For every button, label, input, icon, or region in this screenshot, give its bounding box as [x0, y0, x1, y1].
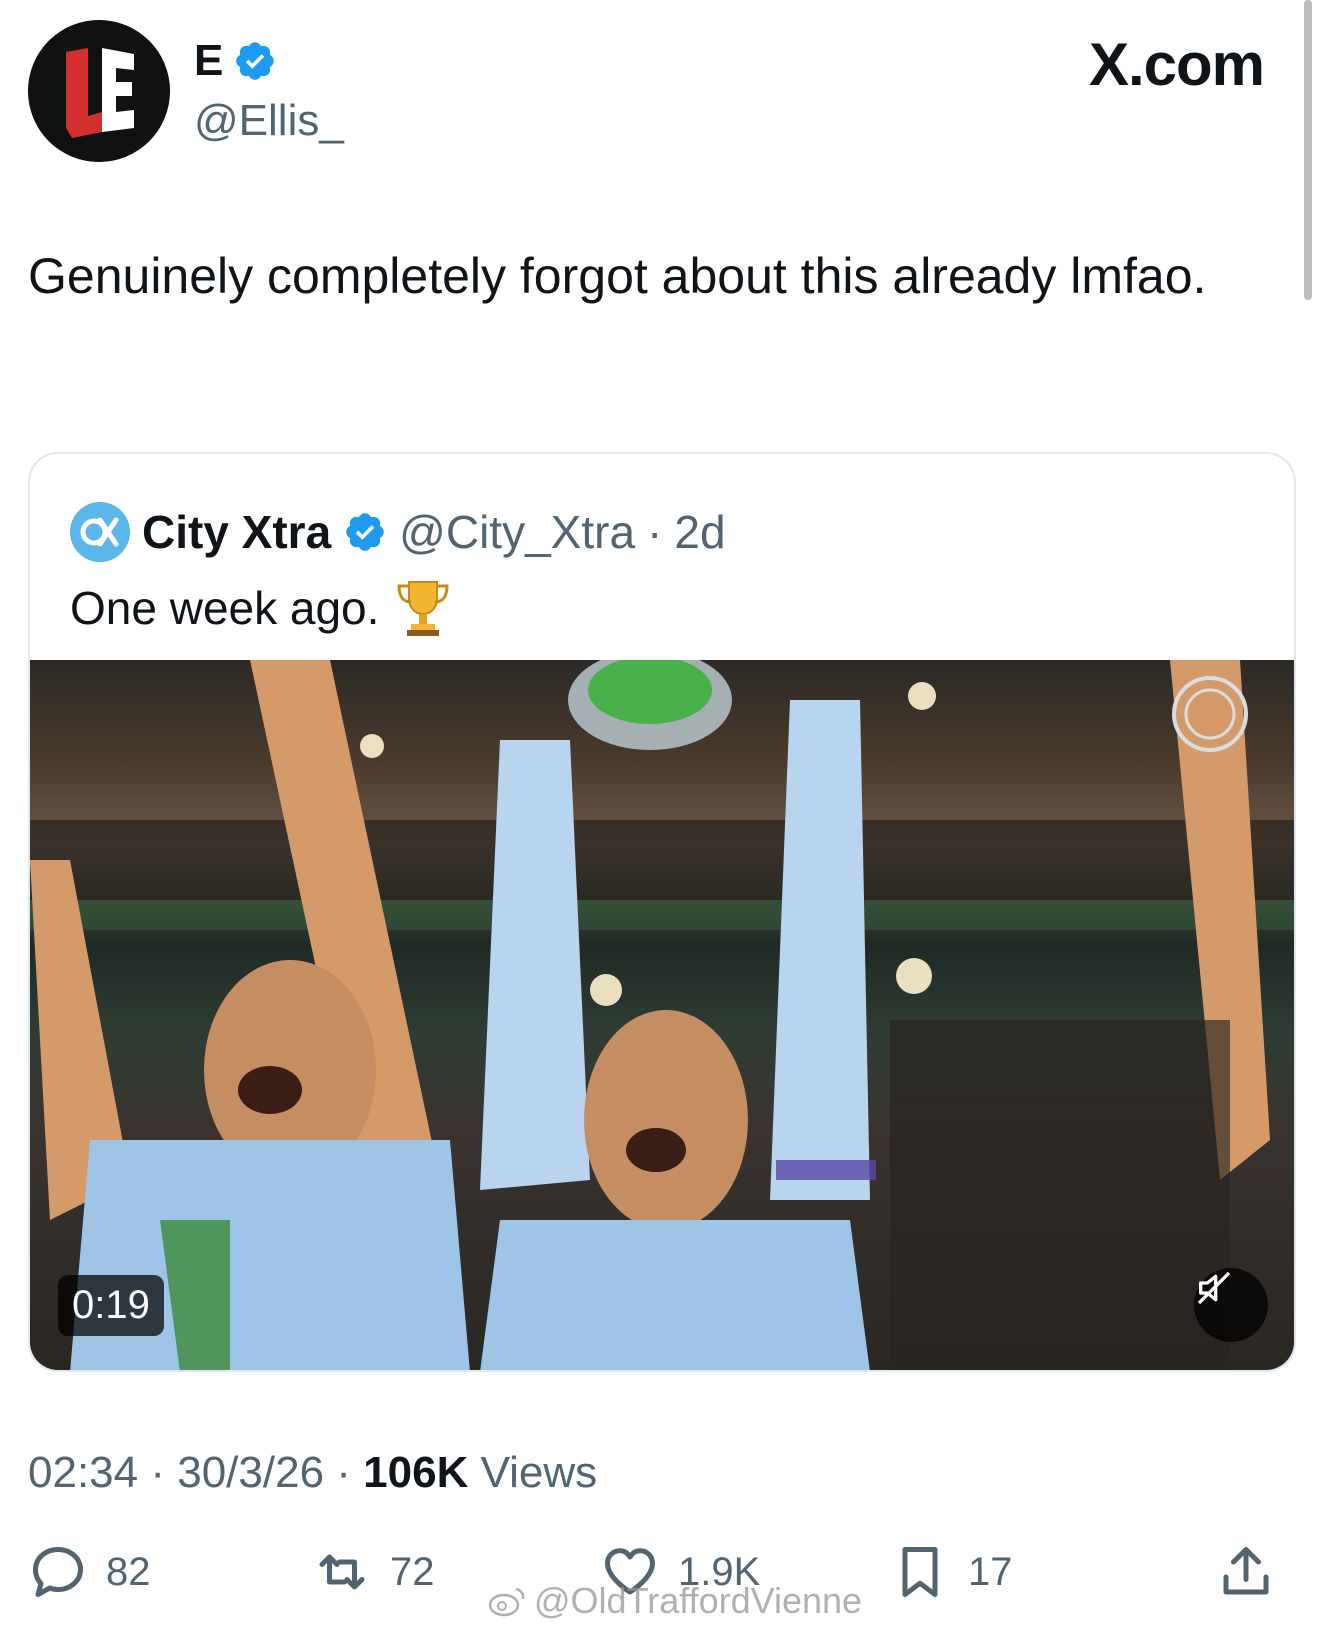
repost-count: 72	[390, 1549, 435, 1594]
quoted-timestamp[interactable]: 2d	[674, 505, 725, 559]
quoted-display-name[interactable]: City Xtra	[142, 505, 331, 559]
bookmark-button[interactable]: 17	[890, 1542, 1013, 1602]
video-player[interactable]: 0:19	[30, 660, 1294, 1370]
tweet-meta: 02:34 · 30/3/26 · 106K Views	[28, 1448, 597, 1498]
scrollbar[interactable]	[1304, 0, 1312, 300]
quoted-tweet-header: City Xtra @City_Xtra · 2d	[70, 502, 726, 562]
reply-count: 82	[106, 1549, 151, 1594]
muted-speaker-icon	[1197, 1271, 1231, 1305]
tweet-page: E @Ellis_ X.com Genuinely completely for…	[0, 0, 1320, 1629]
verified-badge-icon	[236, 42, 275, 80]
reply-button[interactable]: 82	[28, 1542, 151, 1602]
separator-dot: ·	[150, 1448, 165, 1497]
separator-dot: ·	[647, 506, 663, 558]
quoted-avatar[interactable]	[70, 502, 130, 562]
share-icon	[1223, 1547, 1269, 1595]
separator-dot: ·	[336, 1448, 351, 1497]
brand-logo: X.com	[1088, 31, 1265, 98]
video-frame	[30, 660, 1294, 1370]
ue-logo-icon	[28, 20, 170, 162]
display-name-text: E	[194, 36, 224, 85]
quoted-handle[interactable]: @City_Xtra	[399, 505, 635, 559]
watermark-text: @OldTraffordVienne	[534, 1580, 863, 1621]
display-name[interactable]: E	[194, 36, 277, 86]
trophy-icon	[397, 581, 449, 636]
video-duration: 0:19	[58, 1275, 164, 1336]
bookmark-icon	[902, 1547, 938, 1597]
tweet-text: Genuinely completely forgot about this a…	[28, 248, 1207, 304]
tweet-date[interactable]: 30/3/26	[177, 1448, 324, 1497]
verified-badge-icon	[346, 513, 384, 551]
bookmark-count: 17	[968, 1549, 1013, 1594]
reply-icon	[33, 1547, 83, 1597]
views-label: Views	[480, 1448, 598, 1497]
quoted-tweet-text: One week ago.	[70, 578, 451, 638]
share-button[interactable]	[1216, 1542, 1276, 1602]
weibo-logo-icon	[488, 1587, 525, 1617]
quoted-tweet-card[interactable]: City Xtra @City_Xtra · 2d One week ago.	[28, 452, 1296, 1372]
city-xtra-logo-icon	[80, 517, 119, 547]
views-count: 106K	[363, 1448, 469, 1497]
avatar[interactable]	[28, 20, 170, 162]
tweet-time[interactable]: 02:34	[28, 1448, 138, 1497]
quoted-text: One week ago.	[70, 582, 380, 634]
repost-icon	[319, 1554, 365, 1590]
user-handle[interactable]: @Ellis_	[194, 96, 344, 146]
mute-button[interactable]	[1194, 1268, 1268, 1342]
watermark: @OldTraffordVienne	[488, 1580, 862, 1622]
repost-button[interactable]: 72	[312, 1542, 435, 1602]
